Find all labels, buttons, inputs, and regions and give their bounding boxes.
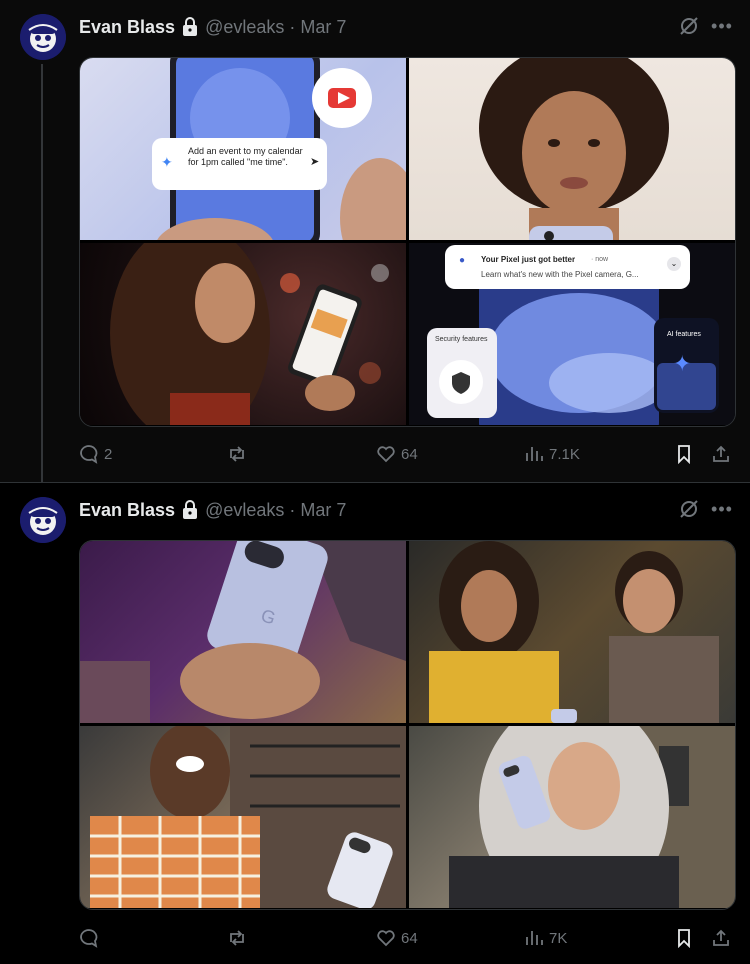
woman-on-call-illustration [449,726,735,908]
author-name[interactable]: Evan Blass [79,17,175,38]
media-image-1[interactable]: G [80,541,406,723]
like-button[interactable]: 64 [376,926,418,950]
repost-button[interactable] [227,926,252,950]
media-image-4[interactable]: ● Your Pixel just got better · now Learn… [409,243,735,425]
bookmark-icon [678,929,690,948]
more-icon[interactable]: ••• [711,15,733,37]
media-image-4[interactable] [409,726,735,908]
assistant-prompt-card: ✦ Add an event to my calendar for 1pm ca… [152,138,327,190]
bookmark-button[interactable] [674,926,699,950]
grok-icon[interactable] [678,498,700,520]
separator: · [289,499,296,520]
views-count: 7K [549,929,568,947]
like-button[interactable]: 64 [376,442,418,466]
tweet-header: Evan Blass @evleaks · Mar 7 [79,15,346,39]
thread-line [41,64,43,484]
media-grid[interactable]: ✦ Add an event to my calendar for 1pm ca… [79,57,736,427]
media-image-2[interactable] [409,541,735,723]
tweet-date[interactable]: Mar 7 [300,500,346,521]
security-card: Security features [427,328,497,418]
sparkle-icon: ✦ [673,351,692,376]
tweet-actions: 64 7K [79,926,734,950]
media-image-3[interactable] [80,243,406,425]
like-count: 64 [401,929,418,947]
bookmark-button[interactable] [674,442,699,466]
repost-button[interactable] [227,442,252,466]
views-icon [526,931,543,945]
share-icon [713,445,729,462]
smiling-man-illustration [90,726,406,908]
night-scene-illustration [110,243,389,425]
lock-icon [181,17,199,37]
pixel-icon: ● [459,255,466,266]
avatar[interactable] [20,14,66,60]
repost-icon [230,930,244,946]
friends-illustration [429,541,719,723]
separator: · [289,16,296,37]
notification-title: Your Pixel just got better [481,255,576,264]
share-icon [713,929,729,946]
tweet[interactable]: Evan Blass @evleaks · Mar 7 ••• ✦ Add an… [0,0,750,482]
assistant-prompt-text: Add an event to my calendar for 1pm call… [188,146,303,167]
views-button[interactable]: 7.1K [524,442,580,466]
avatar-image [20,497,66,543]
repost-icon [230,446,244,462]
share-button[interactable] [711,926,736,950]
author-handle[interactable]: @evleaks [205,17,284,38]
pixel-notification: ● Your Pixel just got better · now Learn… [445,245,690,289]
shield-icon [439,360,483,404]
reply-button[interactable] [79,926,104,950]
avatar[interactable] [20,497,66,543]
bookmark-icon [678,445,690,464]
like-icon [377,446,395,463]
hand-phone-illustration: G [80,541,406,723]
notification-body: Learn what's new with the Pixel camera, … [481,270,639,279]
author-handle[interactable]: @evleaks [205,500,284,521]
tweet-date[interactable]: Mar 7 [300,17,346,38]
views-icon [526,447,543,461]
media-image-3[interactable] [80,726,406,908]
tweet-actions: 2 64 7.1K [79,442,734,466]
media-image-1[interactable]: ✦ Add an event to my calendar for 1pm ca… [80,58,406,240]
lock-icon [181,500,199,520]
like-icon [377,930,395,947]
reply-icon [80,445,98,464]
send-icon: ➤ [310,156,320,168]
media-image-2[interactable] [409,58,735,240]
views-button[interactable]: 7K [524,926,567,950]
reply-count: 2 [104,445,113,463]
like-count: 64 [401,445,418,463]
grok-icon[interactable] [678,15,700,37]
portrait-illustration [479,58,669,240]
security-label: Security features [435,336,488,343]
chevron-down-icon: ⌄ [667,257,681,271]
author-name[interactable]: Evan Blass [79,500,175,521]
views-count: 7.1K [549,445,580,463]
ai-features-label: AI features [667,331,701,338]
notification-time: · now [591,256,609,263]
tweet[interactable]: Evan Blass @evleaks · Mar 7 ••• G 64 7K [0,483,750,964]
reply-icon [80,929,98,948]
more-icon[interactable]: ••• [711,498,733,520]
tweet-header: Evan Blass @evleaks · Mar 7 [79,498,346,522]
reply-button[interactable]: 2 [79,442,112,466]
media-grid[interactable]: G [79,540,736,910]
avatar-image [20,14,66,60]
gemini-spark-icon: ✦ [161,154,173,170]
share-button[interactable] [711,442,736,466]
